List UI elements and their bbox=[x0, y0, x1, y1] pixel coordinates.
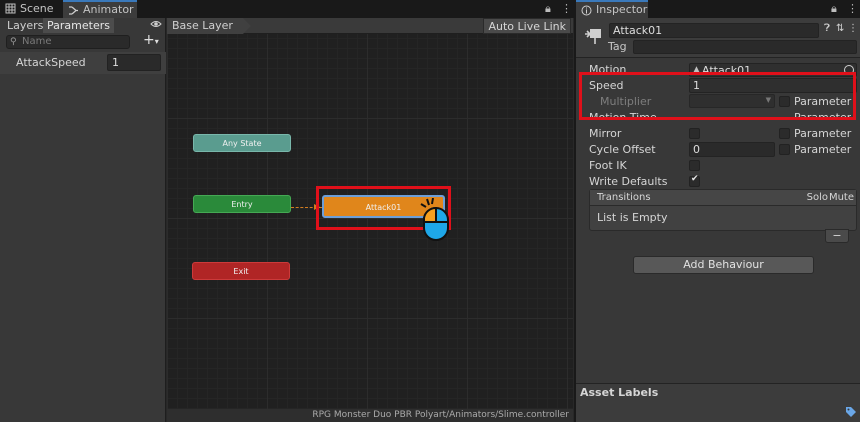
tab-scene[interactable]: Scene bbox=[0, 0, 62, 18]
parameter-row[interactable]: AttackSpeed 1 bbox=[0, 52, 166, 74]
left-tab-bar: Scene Animator 🔒︎ ⋮ bbox=[0, 0, 574, 18]
tag-field[interactable] bbox=[633, 40, 857, 54]
mirror-checkbox[interactable] bbox=[689, 128, 700, 139]
auto-live-link-button[interactable]: Auto Live Link bbox=[483, 18, 571, 34]
tab-layers[interactable]: Layers bbox=[3, 18, 47, 33]
remove-transition-button[interactable]: − bbox=[825, 229, 849, 243]
parameter-name: AttackSpeed bbox=[16, 56, 86, 69]
mirror-label: Mirror bbox=[589, 127, 622, 140]
add-parameter-button[interactable]: +▾ bbox=[143, 32, 159, 48]
tab-parameters[interactable]: Parameters bbox=[43, 18, 114, 33]
mouse-click-cursor-icon bbox=[420, 198, 449, 241]
cycle-offset-field[interactable]: 0 bbox=[689, 142, 775, 157]
plus-icon: + bbox=[143, 32, 155, 48]
inspector-header: Attack01 ❓︎ ⇅ ⋮ Tag bbox=[576, 18, 860, 58]
parameter-search-input[interactable]: ⚲ Name bbox=[6, 35, 130, 49]
mirror-parameter-label: Parameter bbox=[794, 127, 852, 140]
animator-state-icon bbox=[585, 29, 601, 44]
label-tag-icon[interactable] bbox=[845, 406, 857, 418]
exit-node[interactable]: Exit bbox=[192, 262, 290, 280]
write-defaults-label: Write Defaults bbox=[589, 175, 668, 188]
inspector-tab-bar: Inspector 🔒︎ ⋮ bbox=[576, 0, 860, 18]
parameters-panel: Layers Parameters ⚲ Name +▾ AttackSpeed … bbox=[0, 18, 166, 422]
list-empty-text: List is Empty bbox=[597, 211, 668, 224]
help-icon[interactable]: ❓︎ bbox=[824, 23, 830, 34]
entry-node[interactable]: Entry bbox=[193, 195, 291, 213]
tab-animator[interactable]: Animator bbox=[63, 0, 137, 18]
settings-icon[interactable]: ⇅ bbox=[836, 23, 844, 34]
mirror-parameter-checkbox[interactable] bbox=[779, 128, 790, 139]
more-options-icon[interactable]: ⋮ bbox=[848, 23, 858, 34]
search-icon: ⚲ bbox=[10, 37, 17, 47]
breadcrumb-base-layer[interactable]: Base Layer bbox=[167, 18, 251, 34]
add-behaviour-button[interactable]: Add Behaviour bbox=[633, 256, 814, 274]
tag-label: Tag bbox=[608, 40, 627, 53]
dropdown-caret-icon: ▾ bbox=[154, 37, 159, 46]
lock-icon[interactable]: 🔒︎ bbox=[831, 2, 837, 16]
graph-toolbar: Base Layer Auto Live Link bbox=[167, 18, 573, 34]
animator-window: Scene Animator 🔒︎ ⋮ Layers Parameters ⚲ … bbox=[0, 0, 574, 422]
kebab-menu-icon[interactable]: ⋮ bbox=[561, 2, 572, 15]
transitions-list: Transitions Solo Mute List is Empty bbox=[589, 189, 857, 231]
animator-icon bbox=[69, 6, 78, 15]
tab-inspector-label: Inspector bbox=[596, 3, 648, 16]
tab-inspector[interactable]: Inspector bbox=[576, 0, 648, 18]
search-placeholder: Name bbox=[22, 36, 52, 47]
parameter-value-field[interactable]: 1 bbox=[107, 54, 161, 71]
state-name-field[interactable]: Attack01 bbox=[609, 23, 819, 38]
state-machine-graph[interactable]: Base Layer Auto Live Link Any State Entr… bbox=[167, 18, 573, 422]
eye-icon[interactable] bbox=[150, 19, 162, 32]
solo-column-header: Solo bbox=[806, 192, 828, 203]
highlight-box-speed bbox=[579, 72, 856, 120]
info-icon bbox=[581, 5, 592, 16]
lock-icon[interactable]: 🔒︎ bbox=[545, 2, 551, 16]
mute-column-header: Mute bbox=[828, 192, 854, 203]
cycle-offset-label: Cycle Offset bbox=[589, 143, 656, 156]
cycle-offset-parameter-checkbox[interactable] bbox=[779, 144, 790, 155]
tab-animator-label: Animator bbox=[83, 3, 134, 16]
transitions-header: Transitions Solo Mute bbox=[590, 190, 856, 206]
transitions-title: Transitions bbox=[597, 192, 651, 203]
foot-ik-checkbox[interactable] bbox=[689, 160, 700, 171]
write-defaults-checkbox[interactable] bbox=[689, 174, 700, 187]
inspector-window: Inspector 🔒︎ ⋮ Attack01 ❓︎ ⇅ ⋮ Tag Motio… bbox=[576, 0, 860, 422]
grid-icon bbox=[5, 3, 16, 14]
foot-ik-label: Foot IK bbox=[589, 159, 627, 172]
asset-labels-section: Asset Labels bbox=[576, 383, 860, 422]
tab-scene-label: Scene bbox=[20, 2, 54, 15]
any-state-node[interactable]: Any State bbox=[193, 134, 291, 152]
cycle-offset-parameter-label: Parameter bbox=[794, 143, 852, 156]
controller-path-status: RPG Monster Duo PBR Polyart/Animators/Sl… bbox=[167, 409, 573, 422]
kebab-menu-icon[interactable]: ⋮ bbox=[847, 2, 858, 15]
asset-labels-title: Asset Labels bbox=[580, 386, 659, 399]
